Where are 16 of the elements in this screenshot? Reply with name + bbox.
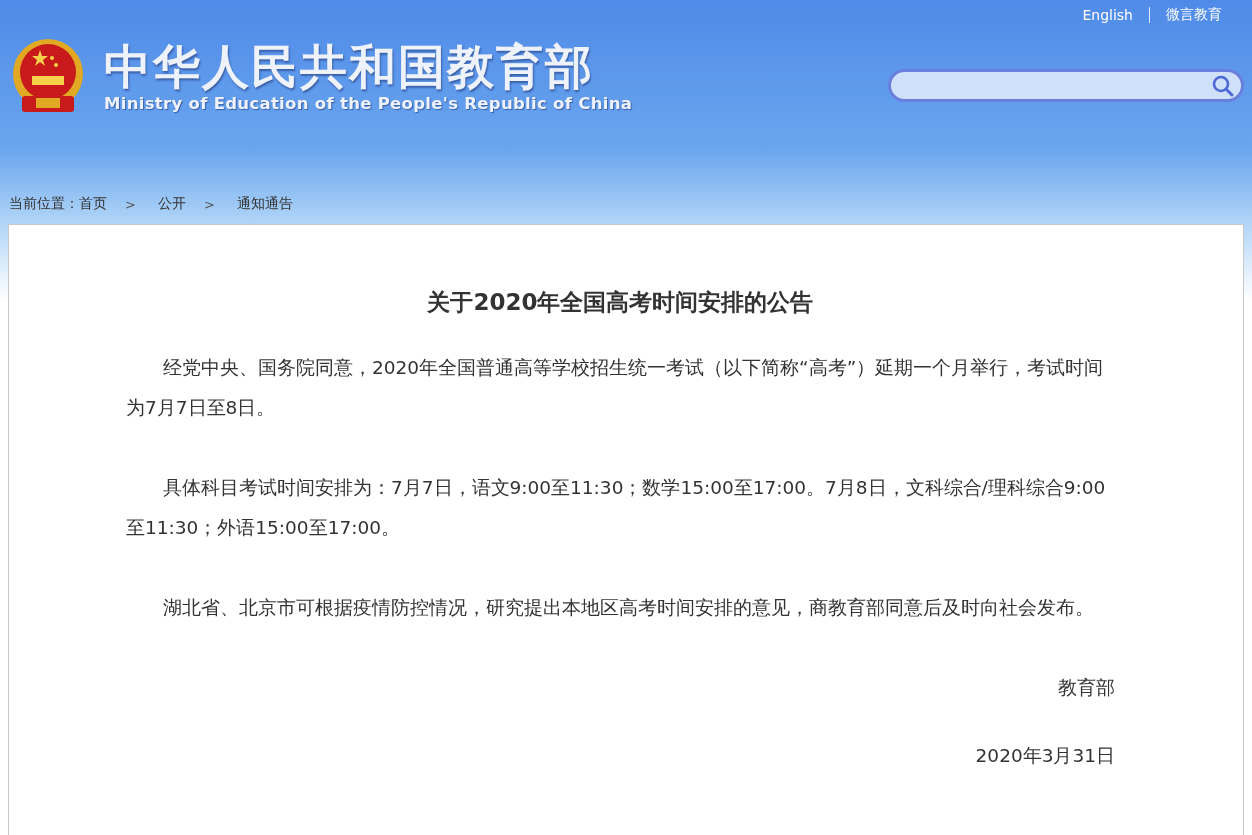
signature-text: 教育部 (1057, 676, 1115, 700)
search-icon[interactable] (1211, 73, 1235, 98)
article-paragraph: 经党中央、国务院同意，2020年全国普通高等学校招生统一考试（以下简称“高考”）延期一个月举行，考试时间为7月7日至8日。 (126, 356, 1105, 420)
article-paragraph: 湖北省、北京市可根据疫情防控情况，研究提出本地区高考时间安排的意见，商教育部同意后及时向社会发布。 (162, 596, 1095, 620)
breadcrumb-link[interactable]: 通知通告 (236, 195, 293, 213)
article-title: 关于2020年全国高考时间安排的公告 (426, 288, 815, 317)
search-field[interactable] (888, 69, 1244, 102)
date-text: 2020年3月31日 (974, 744, 1115, 768)
site-subtitle: Ministry of Education of the People's Republic of China (104, 94, 633, 114)
breadcrumb-label: 当前位置： (9, 195, 79, 213)
chevron-separator: > (203, 196, 215, 212)
breadcrumb-link[interactable]: 首页 (79, 195, 107, 213)
breadcrumb-link[interactable]: 公开 (157, 195, 186, 213)
article-paragraph: 具体科目考试时间安排为：7月7日，语文9:00至11:30；数学15:00至17:00。7月8日，文科综合/理科综合9:00至11:30；外语15:00至17:00。 (126, 476, 1107, 540)
site-title: 中华人民共和国教育部 (104, 40, 595, 93)
chevron-separator: > (125, 196, 136, 212)
